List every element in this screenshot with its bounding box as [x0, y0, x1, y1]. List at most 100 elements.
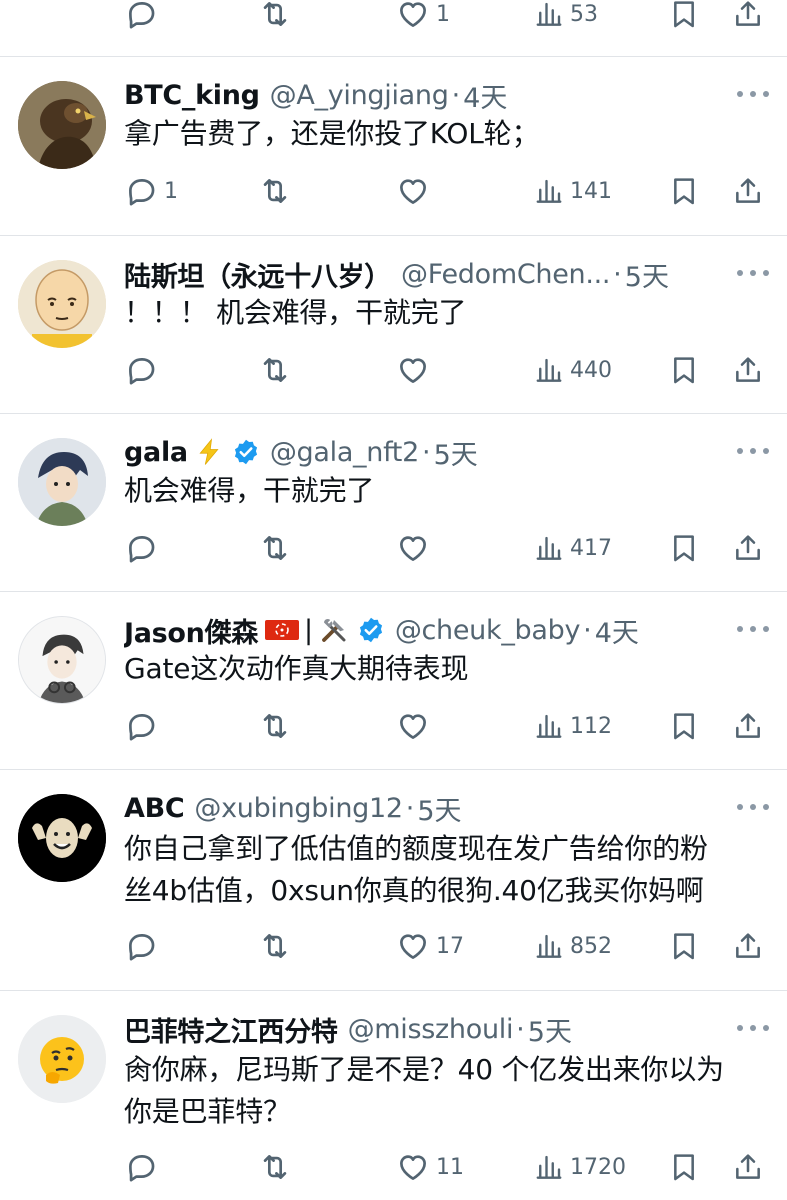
- user-handle[interactable]: @misszhouli: [348, 1014, 514, 1045]
- views-button[interactable]: 440: [534, 348, 612, 392]
- retweet-button[interactable]: [258, 924, 292, 968]
- like-button[interactable]: 1: [396, 0, 450, 36]
- bookmark-button[interactable]: [668, 526, 700, 570]
- timestamp[interactable]: 5天: [625, 255, 669, 294]
- timestamp[interactable]: 4天: [595, 611, 639, 650]
- reply-tweet[interactable]: 陆斯坦（永远十八岁） @FedomChen... · 5天 ！！！ 机会难得，干…: [0, 236, 787, 413]
- views-button[interactable]: 852: [534, 924, 612, 968]
- reply-button[interactable]: 1: [124, 169, 178, 213]
- reply-button[interactable]: [124, 348, 158, 392]
- display-name[interactable]: ABC: [124, 793, 185, 824]
- reply-button[interactable]: [124, 1145, 158, 1189]
- retweet-button[interactable]: [258, 169, 292, 213]
- user-handle[interactable]: @cheuk_baby: [395, 615, 581, 646]
- display-name[interactable]: Jason傑森: [124, 611, 258, 650]
- anime-boy-avatar[interactable]: [18, 438, 106, 526]
- retweet-button[interactable]: [258, 526, 292, 570]
- share-button[interactable]: [732, 526, 764, 570]
- share-button[interactable]: [732, 169, 764, 213]
- bookmark-icon: [668, 930, 700, 962]
- tweet-actions: 440: [0, 348, 787, 392]
- like-count: 1: [436, 1, 450, 27]
- reply-count: 1: [164, 178, 178, 204]
- share-button[interactable]: [732, 1145, 764, 1189]
- like-button[interactable]: [396, 169, 430, 213]
- bookmark-button[interactable]: [668, 169, 700, 213]
- sketch-boy-avatar[interactable]: [18, 616, 106, 704]
- reply-tweet[interactable]: Jason傑森 | @cheuk_baby · 4天 Gate这次动作真大期待表…: [0, 592, 787, 769]
- reply-icon: [124, 174, 158, 208]
- share-button[interactable]: [732, 0, 764, 36]
- reply-tweet[interactable]: gala @gala_nft2 · 5天 机会难得，干就完了 417: [0, 414, 787, 591]
- reply-button[interactable]: [124, 704, 158, 748]
- bookmark-button[interactable]: [668, 1145, 700, 1189]
- tweet-text: Gate这次动作真大期待表现: [124, 652, 469, 685]
- more-options-button[interactable]: [737, 619, 769, 639]
- more-options-button[interactable]: [737, 84, 769, 104]
- reply-button[interactable]: [124, 0, 158, 36]
- retweet-button[interactable]: [258, 0, 292, 36]
- like-button[interactable]: 11: [396, 1145, 464, 1189]
- reply-button[interactable]: [124, 924, 158, 968]
- views-button[interactable]: 417: [534, 526, 612, 570]
- retweet-button[interactable]: [258, 348, 292, 392]
- timestamp[interactable]: 5天: [434, 433, 478, 472]
- heart-icon: [396, 531, 430, 565]
- timestamp[interactable]: 4天: [463, 76, 507, 115]
- more-options-button[interactable]: [737, 263, 769, 283]
- share-button[interactable]: [732, 704, 764, 748]
- timestamp[interactable]: 5天: [417, 789, 461, 828]
- more-options-button[interactable]: [737, 441, 769, 461]
- bookmark-button[interactable]: [668, 0, 700, 36]
- views-button[interactable]: 112: [534, 704, 612, 748]
- reply-tweet[interactable]: BTC_king @A_yingjiang · 4天 拿广告费了，还是你投了KO…: [0, 57, 787, 235]
- tweet-text-line: 你是巴菲特？: [124, 1095, 291, 1128]
- eagle-avatar[interactable]: [18, 81, 106, 169]
- views-button[interactable]: 141: [534, 169, 612, 213]
- views-chart-icon: [534, 355, 564, 385]
- reply-tweet[interactable]: ABC @xubingbing12 · 5天 你自己拿到了低估值的额度现在发广告…: [0, 770, 787, 990]
- bookmark-button[interactable]: [668, 704, 700, 748]
- display-name[interactable]: 陆斯坦（永远十八岁）: [124, 255, 391, 294]
- views-button[interactable]: 53: [534, 0, 598, 36]
- like-button[interactable]: [396, 526, 430, 570]
- more-dots-icon: [737, 626, 743, 632]
- user-handle[interactable]: @A_yingjiang: [270, 80, 449, 111]
- thinking-face-avatar[interactable]: [18, 1015, 106, 1103]
- reply-button[interactable]: [124, 526, 158, 570]
- user-handle[interactable]: @gala_nft2: [270, 437, 419, 468]
- retweet-icon: [258, 0, 292, 31]
- like-button[interactable]: [396, 348, 430, 392]
- bookmark-button[interactable]: [668, 924, 700, 968]
- heart-icon: [396, 0, 430, 31]
- reply-icon: [124, 531, 158, 565]
- bookmark-button[interactable]: [668, 348, 700, 392]
- display-name[interactable]: BTC_king: [124, 80, 260, 111]
- more-dots-icon: [737, 91, 743, 97]
- share-button[interactable]: [732, 348, 764, 392]
- retweet-button[interactable]: [258, 1145, 292, 1189]
- like-button[interactable]: 17: [396, 924, 464, 968]
- user-handle[interactable]: @FedomChen...: [401, 259, 610, 290]
- views-count: 1720: [570, 1154, 626, 1180]
- user-handle[interactable]: @xubingbing12: [194, 793, 403, 824]
- display-name[interactable]: gala: [124, 437, 188, 468]
- more-options-button[interactable]: [737, 797, 769, 817]
- bookmark-icon: [668, 710, 700, 742]
- display-name[interactable]: 巴菲特之江西分特: [124, 1010, 338, 1049]
- timestamp[interactable]: 5天: [528, 1010, 572, 1049]
- reply-icon: [124, 1150, 158, 1184]
- reply-icon: [124, 709, 158, 743]
- like-button[interactable]: [396, 704, 430, 748]
- reply-tweet[interactable]: 巴菲特之江西分特 @misszhouli · 5天 肏你麻，尼玛斯了是不是？40…: [0, 991, 787, 1200]
- views-count: 417: [570, 535, 612, 561]
- views-button[interactable]: 1720: [534, 1145, 626, 1189]
- heart-icon: [396, 1150, 430, 1184]
- bald-hero-avatar[interactable]: [18, 260, 106, 348]
- retweet-button[interactable]: [258, 704, 292, 748]
- laughing-man-avatar[interactable]: [18, 794, 106, 882]
- more-options-button[interactable]: [737, 1018, 769, 1038]
- share-button[interactable]: [732, 924, 764, 968]
- tweet-text-line: 丝4b估值，0xsun你真的很狗.40亿我买你妈啊: [124, 874, 704, 907]
- retweet-icon: [258, 1150, 292, 1184]
